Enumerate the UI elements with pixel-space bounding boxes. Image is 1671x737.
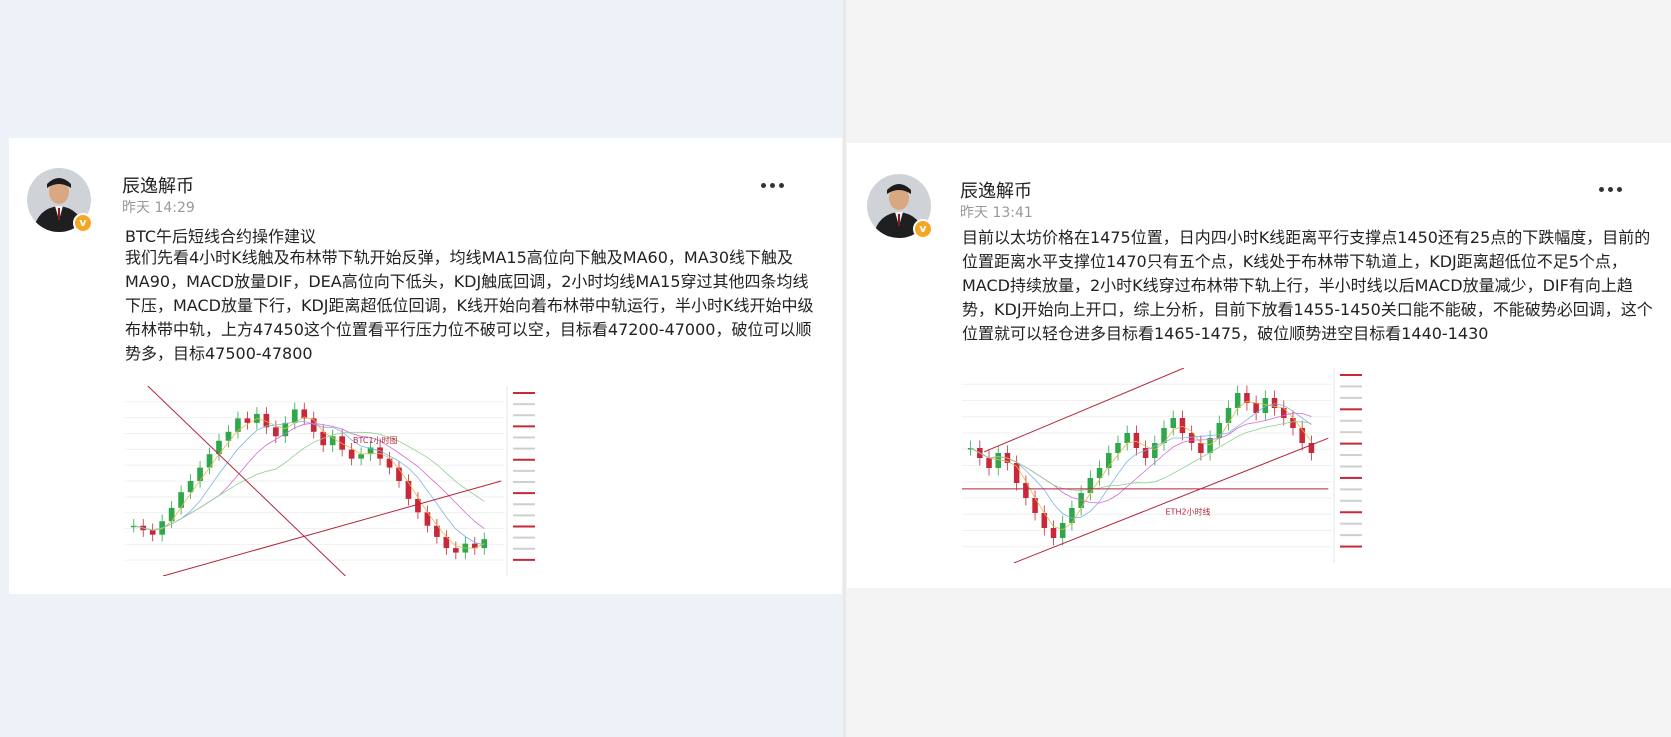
moving-average-line	[970, 412, 1312, 504]
price-tick	[1340, 396, 1362, 399]
avatar[interactable]: v	[27, 168, 93, 233]
price-tick	[1340, 488, 1362, 491]
price-tick	[513, 492, 535, 495]
more-dot-icon	[1599, 186, 1604, 192]
price-tick	[1340, 545, 1362, 548]
candle-body	[995, 453, 1001, 468]
candle-body	[348, 449, 355, 459]
candle-body	[1050, 528, 1057, 538]
candle-body	[1207, 438, 1213, 453]
trendline	[984, 367, 1185, 453]
candle-body	[178, 492, 184, 508]
candle-body	[1198, 443, 1204, 453]
price-tick	[1340, 476, 1362, 479]
price-tick	[513, 525, 535, 528]
price-tick	[513, 403, 535, 406]
more-dot-icon	[770, 182, 775, 188]
candle-body	[149, 530, 156, 535]
candle-body	[1133, 433, 1140, 448]
post-body: 我们先看4小时K线触及布林带下轨开始反弹，均线MA15高位向下触及MA60，MA…	[125, 248, 814, 363]
eth-chart: ETH2小时线	[962, 367, 1362, 564]
price-tick	[1340, 522, 1362, 525]
candle-body	[453, 548, 459, 553]
price-tick	[1340, 511, 1362, 514]
post-time: 昨天 14:29	[122, 200, 195, 216]
moving-average-line	[970, 403, 1312, 519]
post-card: v 辰逸解币 昨天 14:29 BTC午后短线合约操作建议 我们先看4小时K线触…	[9, 138, 842, 594]
more-dot-icon	[761, 182, 766, 188]
price-tick	[513, 392, 535, 394]
post-chart-image[interactable]: ETH2小时线	[962, 367, 1368, 564]
more-dot-icon	[1608, 186, 1613, 192]
candle-body	[168, 507, 175, 522]
trendline	[1013, 437, 1329, 564]
post-time: 昨天 13:41	[960, 205, 1033, 221]
candle-body	[273, 427, 279, 437]
avatar[interactable]: v	[867, 174, 933, 239]
post-chart-image[interactable]: BTC1小时图	[125, 385, 562, 577]
price-tick	[1340, 465, 1362, 468]
price-tick	[1340, 442, 1362, 445]
author-name[interactable]: 辰逸解币	[960, 177, 1032, 203]
candle-body	[1234, 393, 1241, 408]
btc-chart: BTC1小时图	[125, 385, 535, 577]
price-tick	[513, 514, 535, 517]
candle-body	[291, 409, 298, 423]
candle-body	[244, 418, 251, 423]
price-tick	[513, 447, 535, 450]
candle-body	[358, 454, 364, 459]
candle-body	[1179, 418, 1186, 433]
price-tick	[513, 469, 535, 472]
candle-body	[282, 422, 289, 437]
price-tick	[513, 536, 535, 539]
price-tick	[1340, 499, 1362, 502]
candle-body	[1290, 418, 1296, 428]
price-tick	[513, 436, 535, 439]
price-tick	[1340, 454, 1362, 457]
more-options-button[interactable]	[1599, 183, 1625, 195]
post-card: v 辰逸解币 昨天 13:41 目前以太坊价格在1475位置，日内四小时K线距离…	[847, 143, 1671, 588]
candle-body	[1124, 433, 1130, 443]
more-dot-icon	[1617, 186, 1622, 192]
price-tick	[1340, 408, 1362, 411]
candle-body	[1069, 508, 1075, 523]
post-title: BTC午后短线合约操作建议	[125, 227, 316, 246]
price-tick	[1340, 419, 1362, 422]
price-tick	[513, 547, 535, 550]
verified-badge-icon: v	[913, 219, 933, 239]
candle-body	[1225, 408, 1232, 423]
verified-badge-icon: v	[73, 213, 93, 233]
candle-body	[339, 436, 345, 450]
price-tick	[513, 414, 535, 417]
moving-average-line	[970, 421, 1312, 491]
price-tick	[513, 558, 535, 561]
price-tick	[1340, 385, 1362, 388]
more-options-button[interactable]	[761, 179, 787, 191]
price-tick	[513, 481, 535, 483]
moving-average-line	[133, 420, 485, 546]
column-divider	[843, 0, 846, 737]
price-tick	[513, 503, 535, 506]
candle-body	[206, 454, 213, 468]
candle-body	[1059, 523, 1066, 538]
candle-body	[1216, 423, 1223, 438]
candle-body	[1115, 443, 1121, 453]
candle-body	[405, 481, 412, 499]
price-tick	[513, 458, 535, 461]
candle-body	[197, 467, 203, 481]
chart-label: ETH2小时线	[1166, 506, 1211, 516]
author-name[interactable]: 辰逸解币	[122, 172, 194, 198]
candle-body	[1170, 418, 1176, 428]
price-tick	[1340, 374, 1362, 376]
price-tick	[1340, 431, 1362, 434]
price-tick	[513, 425, 535, 428]
candle-body	[1188, 433, 1195, 443]
candle-body	[1032, 498, 1038, 513]
chart-label: BTC1小时图	[353, 435, 398, 445]
candle-body	[235, 418, 241, 432]
price-tick	[1340, 534, 1362, 537]
candle-body	[986, 458, 992, 468]
post-body: 目前以太坊价格在1475位置，日内四小时K线距离平行支撑点1450还有25点的下…	[962, 228, 1653, 343]
more-dot-icon	[779, 182, 784, 188]
